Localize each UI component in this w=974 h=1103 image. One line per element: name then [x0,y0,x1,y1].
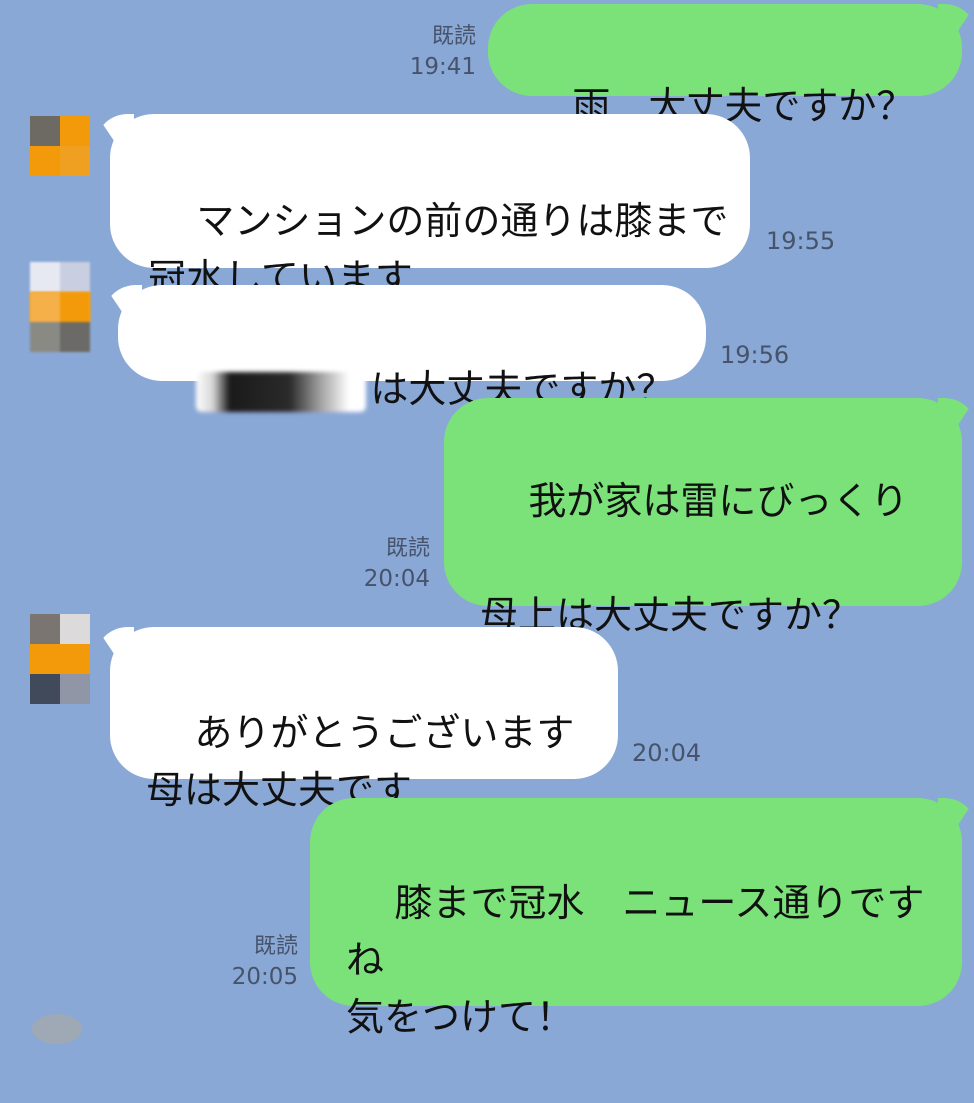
message-bubble-outgoing[interactable]: 膝まで冠水 ニュース通りですね 気をつけて！ [310,798,962,1039]
message-bubble-outgoing[interactable]: 我が家は雷にびっくり 母上は大丈夫ですか？ [444,398,962,637]
read-receipt: 既読 20:05 [210,932,298,992]
contact-avatar [32,1014,82,1044]
read-receipt: 既読 20:04 [340,534,430,594]
message-time: 20:04 [363,566,430,592]
message-text: ありがとうございます 母は大丈夫です [146,711,575,812]
contact-avatar[interactable] [30,116,90,176]
message-bubble-outgoing[interactable]: 雨 大丈夫ですか？ [488,4,962,128]
read-label: 既読 [385,536,430,561]
chat-area[interactable]: 既読 19:41 雨 大丈夫ですか？ マンションの前の通りは膝まで冠水しています… [0,0,974,1044]
message-time: 19:55 [766,227,836,255]
read-label: 既読 [253,934,298,959]
message-time: 20:04 [632,739,702,767]
message-time: 19:41 [409,54,476,80]
message-time: 20:05 [231,964,298,990]
message-bubble-incoming[interactable]: マンションの前の通りは膝まで冠水しています… [110,114,750,300]
message-time: 19:56 [720,341,790,369]
message-text: 膝まで冠水 ニュース通りですね 気をつけて！ [346,881,925,1039]
message-bubble-incoming[interactable]: は大丈夫ですか？ [118,285,706,412]
read-receipt: 既読 19:41 [392,22,476,82]
contact-avatar [30,674,90,704]
contact-avatar[interactable] [30,614,90,674]
message-bubble-incoming[interactable]: ありがとうございます 母は大丈夫です [110,627,618,812]
redacted-name [196,371,367,412]
read-label: 既読 [431,24,476,49]
message-text: 我が家は雷にびっくり 母上は大丈夫ですか？ [480,479,909,637]
contact-avatar [30,292,90,352]
